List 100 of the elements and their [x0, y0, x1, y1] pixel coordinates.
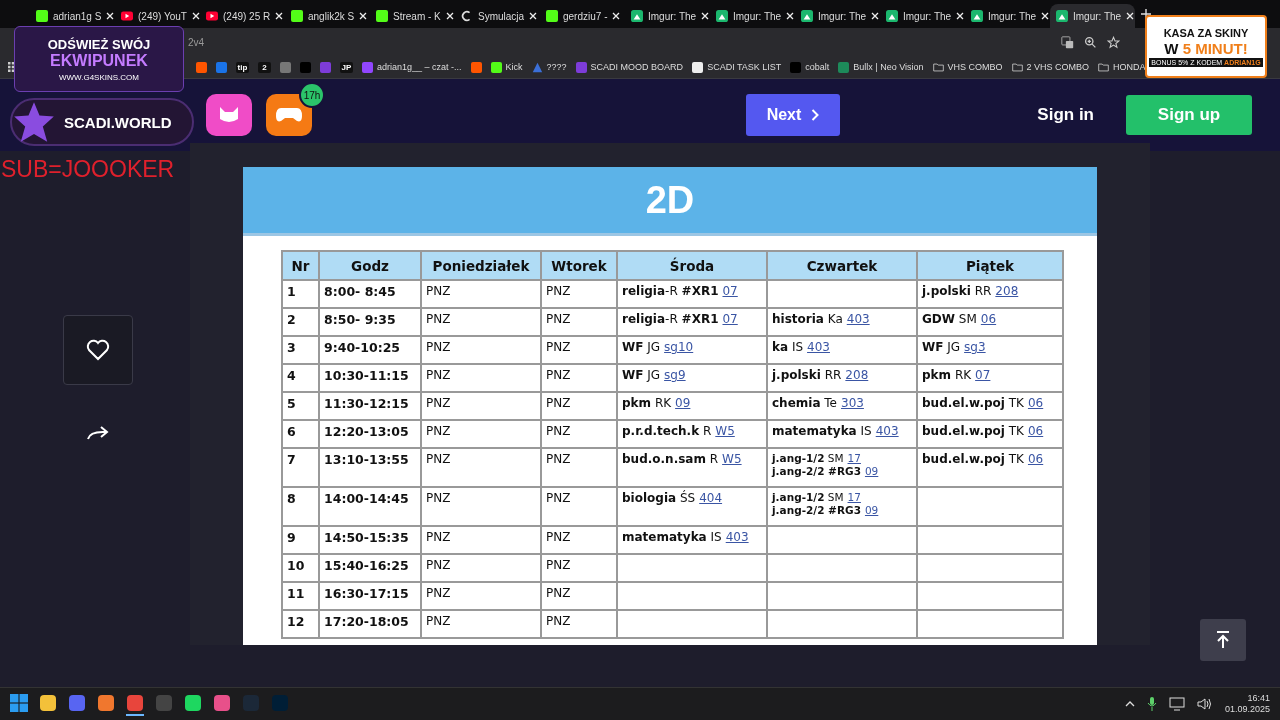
star-icon[interactable]: [1107, 35, 1120, 49]
lesson-text: PNZ: [546, 368, 571, 382]
next-button[interactable]: Next: [746, 94, 840, 136]
new-tab-icon[interactable]: [1141, 9, 1151, 19]
close-icon[interactable]: [1126, 12, 1135, 20]
clock[interactable]: 16:41 01.09.2025: [1224, 693, 1270, 715]
browser-tab[interactable]: Imgur: The: [1050, 4, 1135, 28]
room-link[interactable]: 09: [864, 504, 879, 517]
room-link[interactable]: 07: [722, 312, 738, 326]
column-header: Nr: [282, 251, 319, 280]
bookmark[interactable]: SCADI MOOD BOARD: [575, 61, 684, 73]
cat-app-icon[interactable]: [206, 94, 252, 136]
room-link[interactable]: 17: [847, 452, 861, 465]
image-logo-icon: [971, 10, 983, 22]
site-icon: [575, 61, 587, 73]
bookmark-icon[interactable]: [470, 61, 482, 73]
browser-tab[interactable]: Imgur: The: [710, 4, 795, 28]
bookmark[interactable]: VHS COMBO: [932, 61, 1003, 73]
microphone-icon[interactable]: [1146, 697, 1157, 711]
room-link[interactable]: 09: [675, 396, 691, 410]
room-link[interactable]: 403: [725, 530, 749, 544]
room-link[interactable]: 06: [1027, 452, 1044, 466]
bookmark[interactable]: ????: [531, 61, 567, 73]
room-link[interactable]: W5: [722, 452, 742, 466]
browser-tab[interactable]: adrian1g S: [30, 4, 115, 28]
close-icon[interactable]: [612, 12, 621, 20]
bookmark-icon[interactable]: [216, 61, 227, 73]
bookmark[interactable]: adrian1g__ – czat -...: [362, 61, 462, 73]
bookmark-icon[interactable]: 2: [258, 61, 271, 73]
address-field[interactable]: 2v4: [188, 36, 205, 48]
bookmark[interactable]: 2 VHS COMBO: [1011, 61, 1090, 73]
sign-in-button[interactable]: Sign in: [1031, 104, 1100, 126]
advert-text: KASA ZA SKINY: [1163, 26, 1249, 39]
room-link[interactable]: sg3: [964, 340, 986, 354]
like-button[interactable]: [63, 315, 133, 385]
room-link[interactable]: 06: [1027, 396, 1044, 410]
lesson-text: 2: [287, 312, 296, 327]
close-icon[interactable]: [701, 12, 710, 20]
room-link[interactable]: 07: [722, 284, 738, 298]
close-icon[interactable]: [445, 12, 454, 20]
room-link[interactable]: 208: [995, 284, 1019, 298]
lesson-text: PNZ: [546, 340, 571, 354]
bookmark-icon[interactable]: JP: [340, 61, 353, 73]
scroll-to-top-button[interactable]: [1200, 619, 1246, 661]
bookmark-icon[interactable]: [320, 61, 331, 73]
lesson-text: PNZ: [546, 396, 571, 410]
bookmark-icon[interactable]: [280, 61, 291, 73]
bookmark[interactable]: Bullx | Neo Vision: [838, 61, 924, 73]
chevron-up-icon[interactable]: [1124, 701, 1135, 707]
close-icon[interactable]: [1041, 12, 1050, 20]
close-icon[interactable]: [529, 12, 538, 20]
play-logo-icon: [206, 10, 218, 22]
browser-tab[interactable]: Imgur: The: [880, 4, 965, 28]
browser-tab[interactable]: Imgur: The: [965, 4, 1050, 28]
room-link[interactable]: 208: [845, 368, 869, 382]
speaker-icon[interactable]: [1196, 697, 1213, 711]
zoom-icon[interactable]: [1084, 35, 1097, 49]
room-link[interactable]: sg9: [664, 368, 686, 382]
room-link[interactable]: sg10: [664, 340, 694, 354]
close-icon[interactable]: [786, 12, 795, 20]
lesson-text: 7: [287, 452, 296, 467]
browser-tab[interactable]: anglik2k S: [285, 4, 370, 28]
bookmark[interactable]: Kick: [490, 61, 523, 73]
bookmark-icon[interactable]: tip: [236, 61, 249, 73]
room-link[interactable]: 403: [875, 424, 899, 438]
close-icon[interactable]: [275, 12, 284, 20]
close-icon[interactable]: [106, 12, 115, 20]
close-icon[interactable]: [956, 12, 965, 20]
browser-tab[interactable]: (249) 25 R: [200, 4, 285, 28]
lesson-text: pkm RK: [922, 368, 972, 382]
browser-tab[interactable]: Symulacja: [455, 4, 540, 28]
close-icon[interactable]: [871, 12, 880, 20]
browser-tab[interactable]: gerdziu7 -: [540, 4, 625, 28]
taskbar-app[interactable]: [126, 692, 144, 716]
room-link[interactable]: 404: [699, 491, 723, 505]
room-link[interactable]: 09: [864, 465, 879, 478]
monitor-icon[interactable]: [1168, 697, 1185, 711]
room-link[interactable]: 06: [1027, 424, 1044, 438]
room-link[interactable]: W5: [715, 424, 735, 438]
bookmark[interactable]: HONDA: [1098, 61, 1146, 73]
close-icon[interactable]: [191, 12, 200, 20]
browser-tab[interactable]: (249) YouT: [115, 4, 200, 28]
lesson-text: PNZ: [546, 312, 571, 326]
bookmark-icon[interactable]: [196, 61, 207, 73]
browser-tab[interactable]: Imgur: The: [625, 4, 710, 28]
column-header: Godz: [319, 251, 421, 280]
close-icon[interactable]: [359, 12, 368, 20]
share-arrow-icon[interactable]: [86, 425, 110, 441]
translate-icon[interactable]: [1061, 35, 1074, 49]
room-link[interactable]: 17: [847, 491, 861, 504]
room-link[interactable]: 06: [980, 312, 997, 326]
browser-tab[interactable]: Stream - K: [370, 4, 455, 28]
room-link[interactable]: 303: [841, 396, 864, 410]
browser-tab[interactable]: Imgur: The: [795, 4, 880, 28]
bookmark[interactable]: SCADI TASK LIST: [692, 61, 782, 73]
bookmark[interactable]: cobalt: [790, 61, 830, 73]
lesson-text: 17:20-18:05: [324, 614, 409, 629]
room-link[interactable]: 403: [807, 340, 830, 354]
room-link[interactable]: 403: [846, 312, 870, 326]
room-link[interactable]: 07: [975, 368, 991, 382]
